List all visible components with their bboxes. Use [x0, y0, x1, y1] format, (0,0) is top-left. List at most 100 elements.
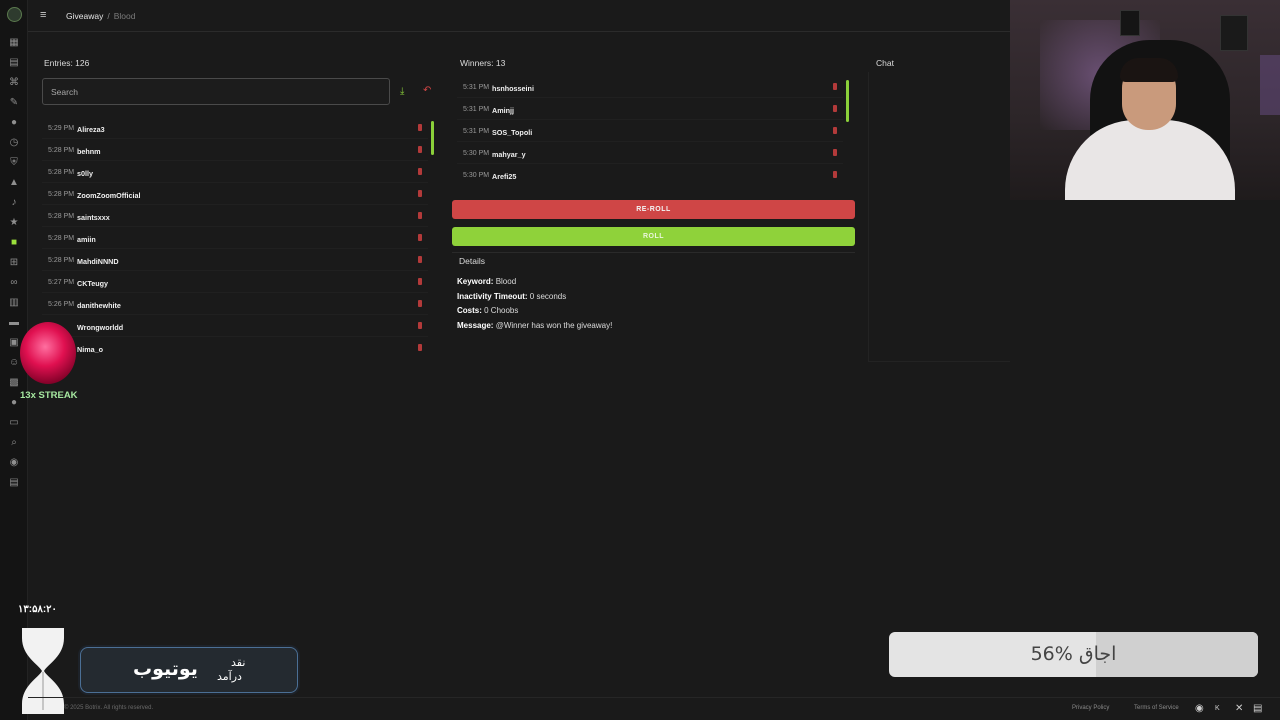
breadcrumb-separator: /	[107, 11, 110, 21]
smile-icon[interactable]: ☺	[9, 358, 19, 368]
detail-keyword-value: Blood	[495, 277, 517, 286]
entry-name: amiin	[77, 235, 96, 244]
shield-icon[interactable]: ⛨	[9, 158, 19, 168]
id-card-icon[interactable]: ▤	[9, 478, 19, 488]
entry-time: 5:26 PM	[48, 301, 75, 308]
delete-icon[interactable]	[418, 124, 422, 131]
list-item: 5:29 PM Alireza3	[42, 119, 428, 139]
delete-icon[interactable]	[418, 300, 422, 307]
delete-icon[interactable]	[418, 168, 422, 175]
list-item: Wrongworldd	[42, 317, 428, 337]
dashboard-icon[interactable]: ▦	[9, 38, 19, 48]
box-icon[interactable]: ▣	[9, 338, 19, 348]
entry-name: Nima_o	[77, 345, 103, 354]
delete-icon[interactable]	[833, 83, 837, 90]
entry-name: danithewhite	[77, 301, 121, 310]
entries-title: Entries: 126	[44, 58, 90, 68]
webcam-overlay	[1010, 0, 1280, 200]
winner-time: 5:30 PM	[463, 172, 490, 179]
entry-time: 5:29 PM	[48, 125, 75, 132]
footer: © 2025 Botrix. All rights reserved. Priv…	[28, 697, 1280, 720]
music-icon[interactable]: ♪	[9, 198, 19, 208]
delete-icon[interactable]	[418, 344, 422, 351]
winner-time: 5:30 PM	[463, 150, 490, 157]
delete-icon[interactable]	[418, 190, 422, 197]
cart-icon[interactable]: ⊞	[9, 258, 19, 268]
list-item: 5:28 PM s0lly	[42, 163, 428, 183]
delete-icon[interactable]	[418, 212, 422, 219]
delete-icon[interactable]	[418, 146, 422, 153]
list-item: 5:28 PM MahdiNNND	[42, 251, 428, 271]
entries-scrollbar[interactable]	[431, 121, 434, 155]
delete-icon[interactable]	[833, 149, 837, 156]
chat-icon[interactable]: ●	[9, 118, 19, 128]
kick-icon[interactable]: K	[1215, 705, 1220, 712]
x-icon[interactable]: ✕	[1235, 703, 1243, 714]
tools-icon[interactable]: ✎	[9, 98, 19, 108]
stats-icon[interactable]: ▥	[9, 298, 19, 308]
delete-icon[interactable]	[418, 322, 422, 329]
delete-icon[interactable]	[833, 127, 837, 134]
winner-time: 5:31 PM	[463, 106, 490, 113]
delete-icon[interactable]	[418, 278, 422, 285]
hamburger-menu-icon[interactable]: ≡	[40, 10, 51, 21]
entry-time: 5:28 PM	[48, 257, 75, 264]
monitor-icon[interactable]: ▭	[9, 418, 19, 428]
app-logo[interactable]	[7, 7, 22, 22]
chain-icon[interactable]: ∞	[9, 278, 19, 288]
entry-name: saintsxxx	[77, 213, 110, 222]
discord-icon[interactable]: ◉	[1195, 703, 1204, 714]
timer-label: ۱۳:۵۸:۲۰	[18, 604, 57, 615]
list-item: 5:27 PM CKTeugy	[42, 273, 428, 293]
reroll-button[interactable]: RE-ROLL	[452, 200, 855, 219]
discord-icon[interactable]: ◉	[9, 458, 19, 468]
winner-name: Aminjj	[492, 106, 514, 115]
detail-message: Message: @Winner has won the giveaway!	[457, 321, 612, 330]
goal-progress-bar: 56% اجاق	[889, 632, 1258, 677]
list-item: 5:28 PM amiin	[42, 229, 428, 249]
list-item: 5:28 PM ZoomZoomOfficial	[42, 185, 428, 205]
goal-progress-label: 56% اجاق	[1030, 643, 1117, 665]
document-icon[interactable]: ▤	[1253, 703, 1262, 714]
list-item: 5:28 PM saintsxxx	[42, 207, 428, 227]
alert-icon[interactable]: ▲	[9, 178, 19, 188]
clapper-icon[interactable]: ▩	[9, 378, 19, 388]
roll-button[interactable]: ROLL	[452, 227, 855, 246]
detail-keyword-label: Keyword:	[457, 277, 494, 286]
search-field[interactable]	[42, 78, 390, 105]
list-item: 5:26 PM danithewhite	[42, 295, 428, 315]
entry-name: CKTeugy	[77, 279, 109, 288]
youtube-small-label-2: درآمد	[217, 670, 242, 683]
video-icon[interactable]: ▬	[9, 318, 19, 328]
search-input[interactable]	[43, 79, 389, 104]
clock-icon[interactable]: ◷	[9, 138, 19, 148]
list-item: 5:30 PM mahyar_y	[457, 144, 843, 164]
breadcrumb-section[interactable]: Giveaway	[66, 11, 103, 21]
list-item: 5:28 PM behnm	[42, 141, 428, 161]
chat-panel	[868, 72, 1010, 362]
detail-costs: Costs: 0 Choobs	[457, 306, 518, 315]
message-icon[interactable]: ●	[9, 398, 19, 408]
search-icon[interactable]: ⌕	[9, 438, 19, 448]
breadcrumb: Giveaway / Blood	[66, 11, 135, 21]
privacy-policy-link[interactable]: Privacy Policy	[1072, 705, 1109, 711]
undo-icon[interactable]: ↶	[423, 85, 431, 96]
gift-icon[interactable]: ■	[9, 238, 19, 248]
streak-siren-icon	[20, 322, 76, 384]
entry-name: s0lly	[77, 169, 93, 178]
delete-icon[interactable]	[833, 171, 837, 178]
entries-list: 5:29 PM Alireza3 5:28 PM behnm 5:28 PM s0ll…	[42, 119, 434, 359]
star-icon[interactable]: ★	[9, 218, 19, 228]
delete-icon[interactable]	[418, 234, 422, 241]
streak-label: 13x STREAK	[20, 390, 78, 401]
delete-icon[interactable]	[833, 105, 837, 112]
terms-link[interactable]: Terms of Service	[1134, 705, 1179, 711]
list-item: 5:30 PM Arefi25	[457, 166, 843, 186]
document-icon[interactable]: ▤	[9, 58, 19, 68]
detail-inactivity-label: Inactivity Timeout:	[457, 292, 528, 301]
link-icon[interactable]: ⌘	[9, 78, 19, 88]
download-icon[interactable]: ⤓	[400, 86, 404, 97]
winners-scrollbar[interactable]	[846, 80, 849, 122]
delete-icon[interactable]	[418, 256, 422, 263]
list-item: 5:31 PM Aminjj	[457, 100, 843, 120]
